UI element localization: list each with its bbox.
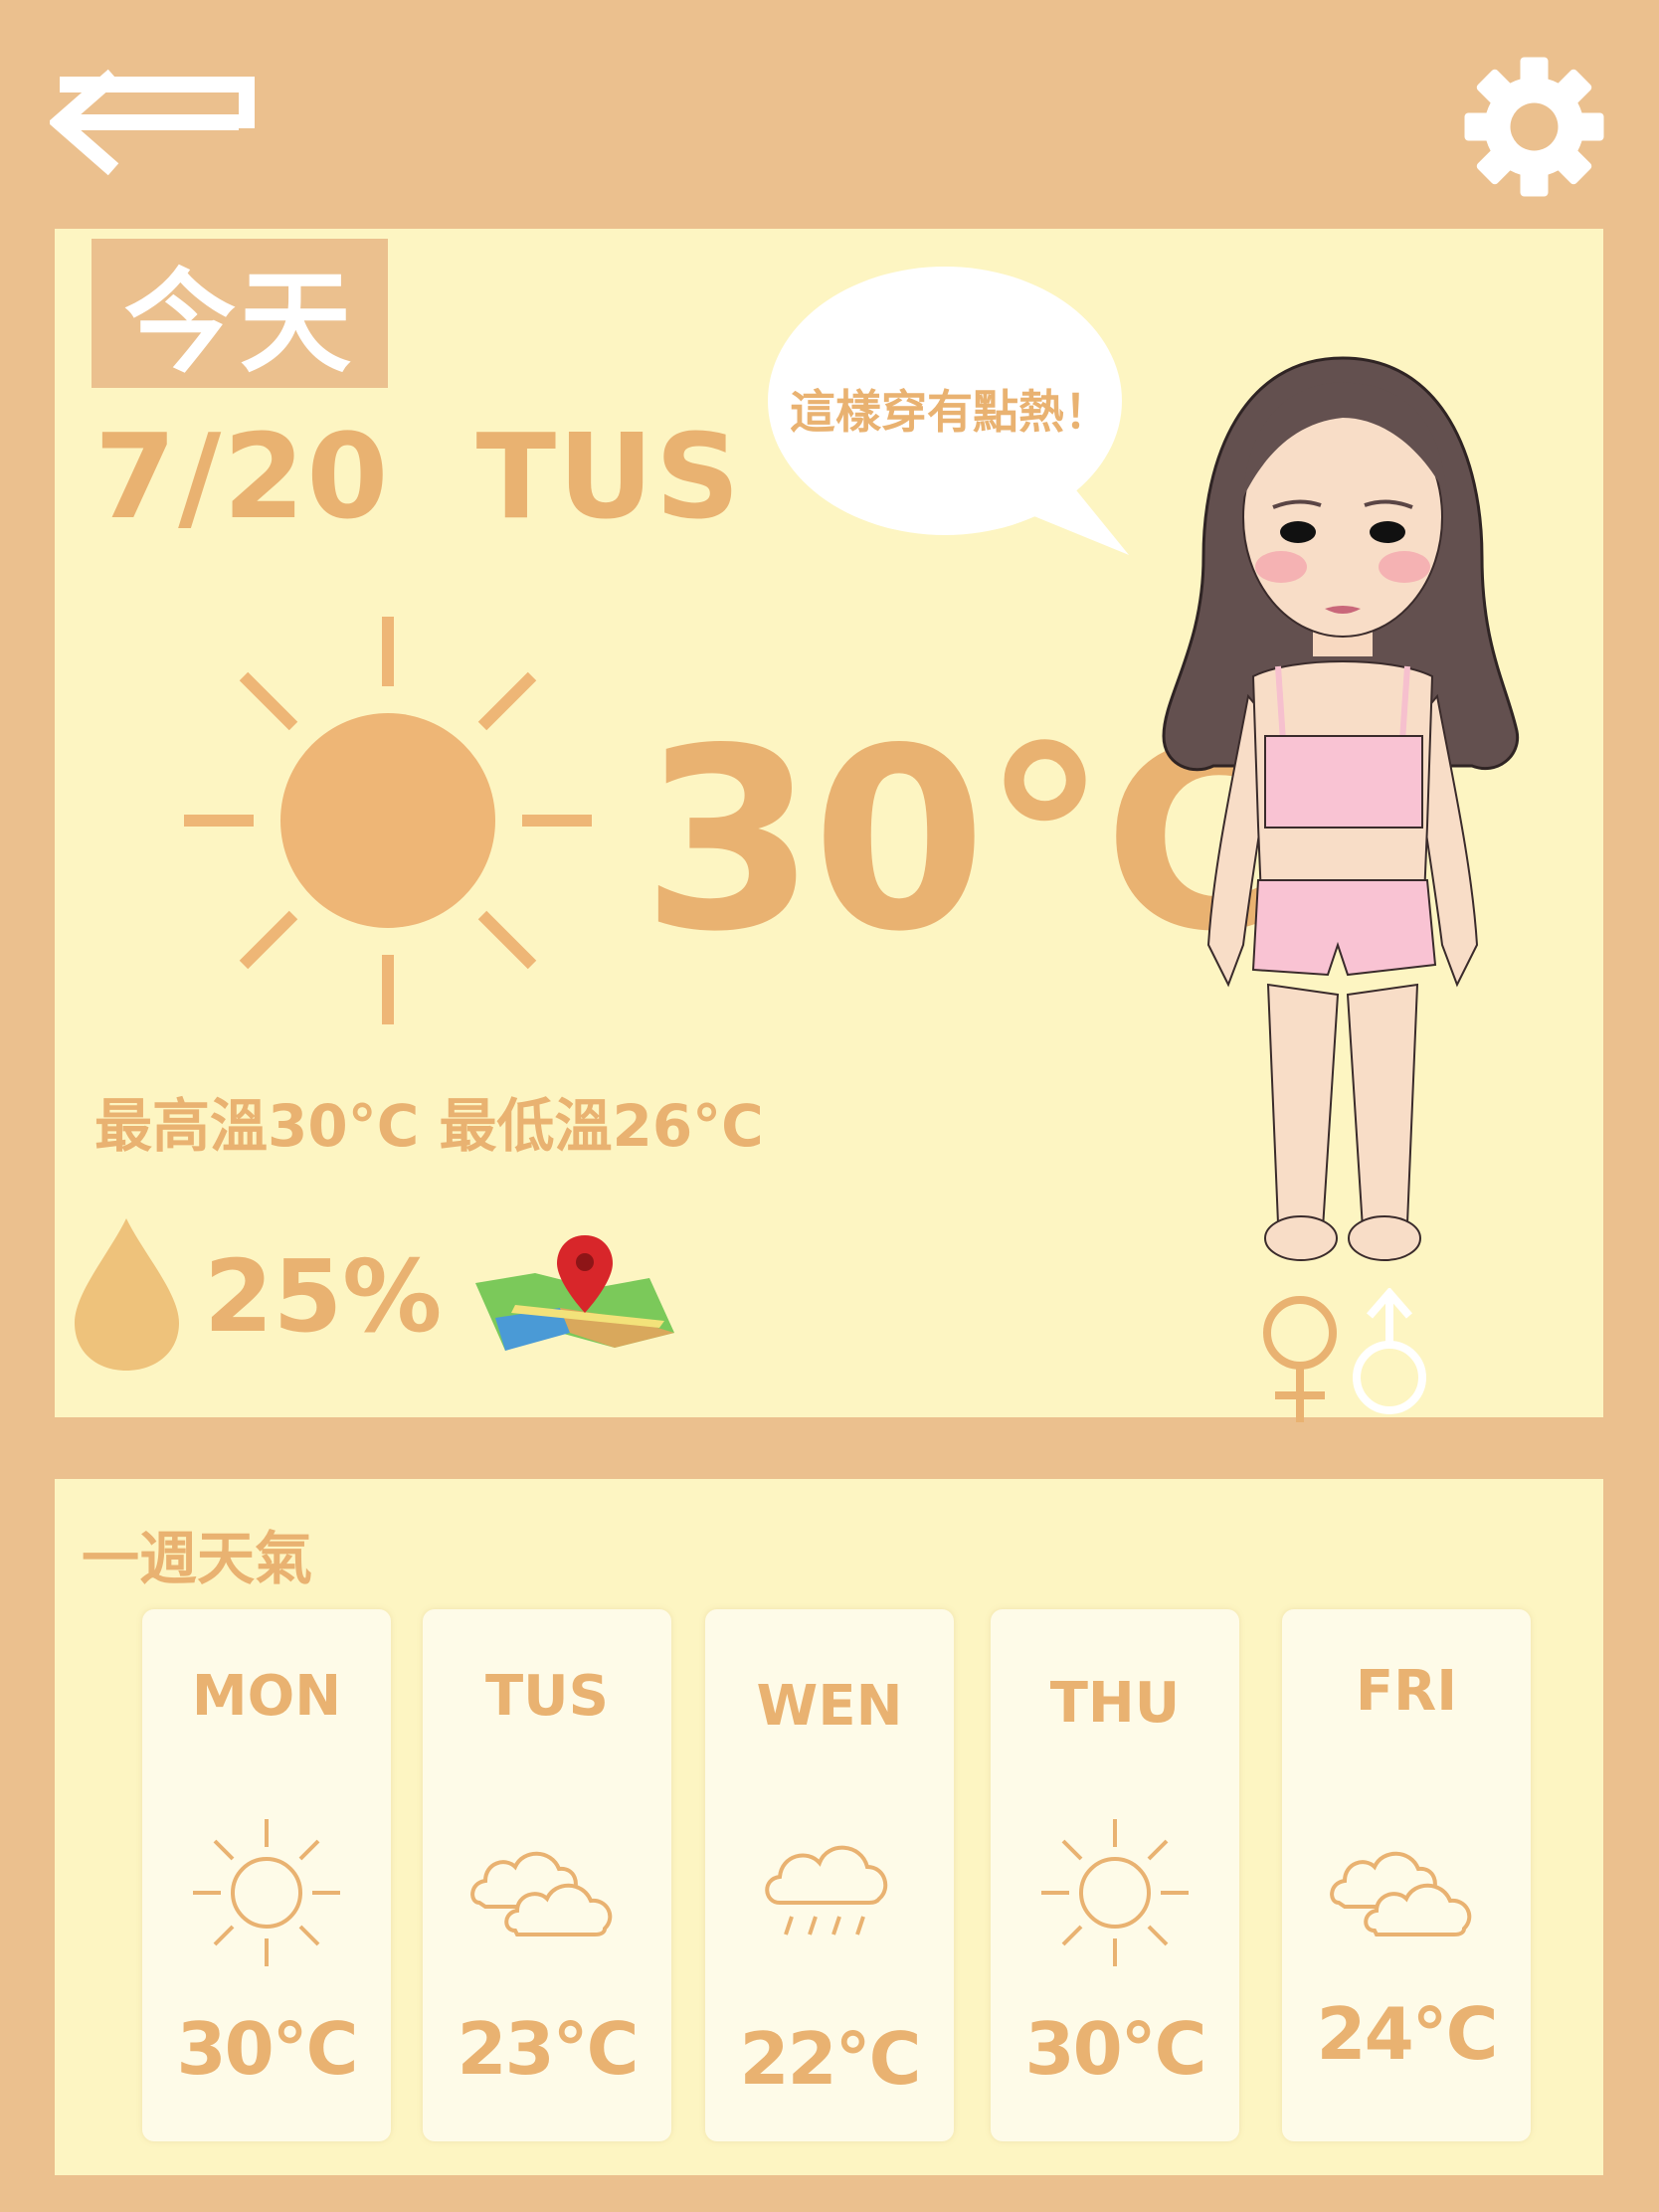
day-name: FRI bbox=[1355, 1659, 1458, 1724]
humidity-value: 25% bbox=[204, 1238, 443, 1355]
day-temperature: 24°C bbox=[1316, 1992, 1498, 2076]
back-arrow-icon[interactable] bbox=[50, 55, 259, 194]
weekly-weather-title: 一週天氣 bbox=[82, 1525, 313, 1592]
day-name: THU bbox=[1049, 1671, 1181, 1736]
day-name: WEN bbox=[756, 1674, 903, 1739]
day-card-fri[interactable]: FRI 24°C bbox=[1282, 1609, 1531, 2141]
rain-icon bbox=[765, 1845, 888, 1936]
cloud-icon bbox=[470, 1851, 613, 1936]
sun-icon bbox=[1041, 1819, 1189, 1966]
day-card-wen[interactable]: WEN 22°C bbox=[705, 1609, 954, 2141]
today-badge: 今天 bbox=[92, 239, 388, 388]
female-symbol-icon[interactable] bbox=[1255, 1288, 1345, 1422]
sun-icon bbox=[193, 1819, 340, 1966]
map-pin-icon[interactable] bbox=[475, 1233, 674, 1363]
cloud-icon bbox=[1330, 1851, 1472, 1936]
day-name: MON bbox=[191, 1664, 342, 1729]
gear-icon[interactable] bbox=[1462, 55, 1606, 199]
today-date: 7/20 TUS bbox=[94, 408, 742, 545]
girl-avatar bbox=[1162, 356, 1520, 1261]
day-name: TUS bbox=[484, 1664, 609, 1729]
day-temperature: 30°C bbox=[1024, 2007, 1206, 2091]
speech-bubble-text: 這樣穿有點熱！ bbox=[790, 385, 1110, 439]
day-card-tus[interactable]: TUS 23°C bbox=[423, 1609, 671, 2141]
day-card-thu[interactable]: THU 30°C bbox=[991, 1609, 1239, 2141]
day-card-mon[interactable]: MON 30°C bbox=[142, 1609, 391, 2141]
sun-icon bbox=[184, 617, 592, 1024]
day-temperature: 22°C bbox=[739, 2017, 921, 2101]
day-temperature: 23°C bbox=[457, 2007, 639, 2091]
water-drop-icon bbox=[75, 1218, 179, 1371]
day-temperature: 30°C bbox=[176, 2007, 358, 2091]
male-symbol-icon[interactable] bbox=[1345, 1288, 1434, 1422]
high-low-temperature: 最高溫30°C 最低溫26°C bbox=[94, 1092, 764, 1160]
